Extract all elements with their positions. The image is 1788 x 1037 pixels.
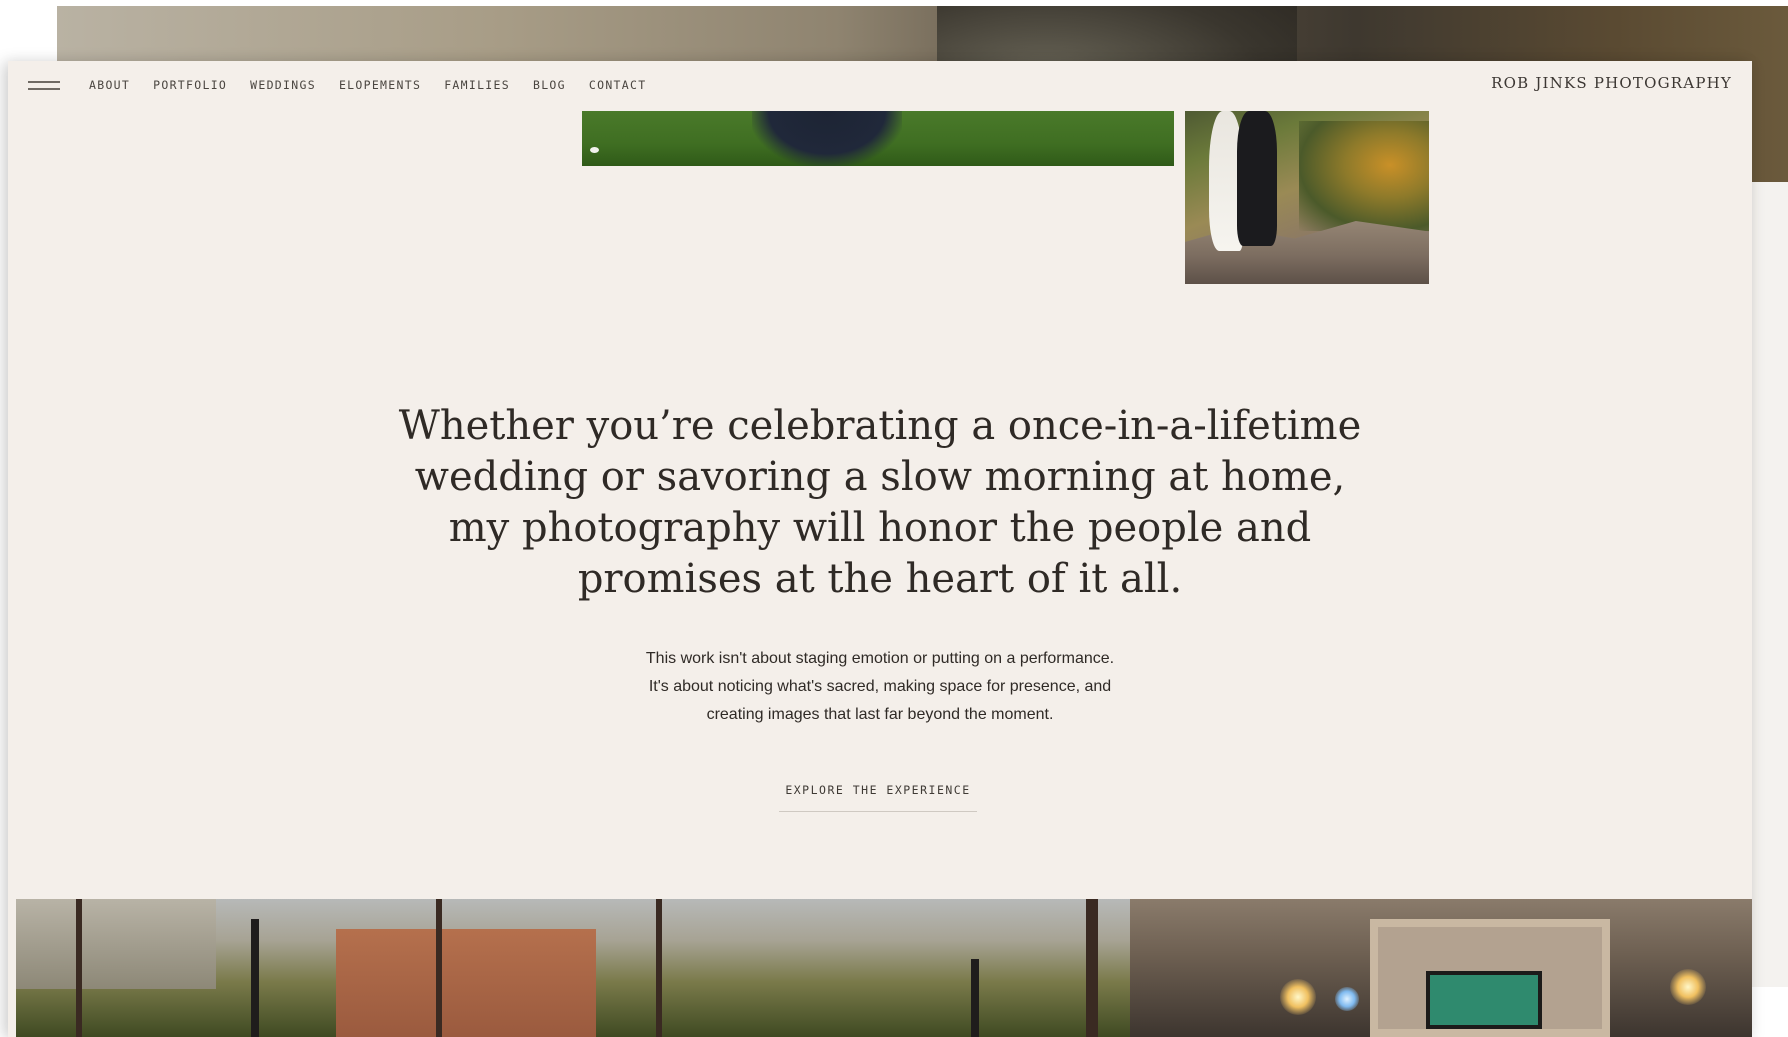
nav-link-elopements[interactable]: ELOPEMENTS [339,78,421,92]
photo-figure [752,111,902,166]
photo-lamp-post [251,919,259,1037]
hero-heading-line: promises at the heart of it all. [577,556,1183,602]
photo-tree [656,899,662,1037]
photo-tree [1086,899,1098,1037]
photo-blue-light [1335,987,1359,1011]
hero-subtext: This work isn't about staging emotion or… [8,645,1752,729]
nav-link-weddings[interactable]: WEDDINGS [250,78,316,92]
photo-brick-building [336,929,596,1037]
hero-subtext-line: It's about noticing what's sacred, makin… [648,678,1112,695]
nav-link-about[interactable]: ABOUT [89,78,130,92]
top-navigation: ABOUT PORTFOLIO WEDDINGS ELOPEMENTS FAMI… [8,61,1752,111]
hero-heading: Whether you’re celebrating a once-in-a-l… [8,401,1752,605]
photo-lamp-post [971,959,979,1037]
nav-link-blog[interactable]: BLOG [533,78,566,92]
website-page: ABOUT PORTFOLIO WEDDINGS ELOPEMENTS FAMI… [8,61,1752,1037]
hero-subtext-line: creating images that last far beyond the… [706,706,1054,723]
hamburger-menu-icon[interactable] [28,79,60,91]
explore-experience-link[interactable]: EXPLORE THE EXPERIENCE [779,772,977,812]
photo-window [1426,971,1542,1029]
photo-tree [436,899,442,1037]
hero-heading-line: Whether you’re celebrating a once-in-a-l… [398,403,1362,449]
photo-tree [76,899,82,1037]
hero-heading-line: wedding or savoring a slow morning at ho… [414,454,1346,500]
photo-campus-trees [16,899,1130,1037]
photo-lamp-light [1670,969,1706,1005]
brand-name[interactable]: ROB JINKS PHOTOGRAPHY [1491,74,1732,92]
nav-link-families[interactable]: FAMILIES [444,78,510,92]
hero-subtext-line: This work isn't about staging emotion or… [645,650,1115,667]
hero-heading-line: my photography will honor the people and [448,505,1312,551]
photo-flower [590,147,599,153]
photo-building [16,899,216,989]
nav-link-contact[interactable]: CONTACT [589,78,647,92]
nav-links: ABOUT PORTFOLIO WEDDINGS ELOPEMENTS FAMI… [89,78,669,92]
photo-autumn-hills [1299,121,1429,231]
nav-link-portfolio[interactable]: PORTFOLIO [153,78,227,92]
photo-couple-on-grass [582,111,1174,166]
photo-lamp-light [1280,979,1316,1015]
photo-building-night [1130,899,1752,1037]
photo-couple-on-rocks [1185,111,1429,284]
photo-groom [1237,111,1277,246]
